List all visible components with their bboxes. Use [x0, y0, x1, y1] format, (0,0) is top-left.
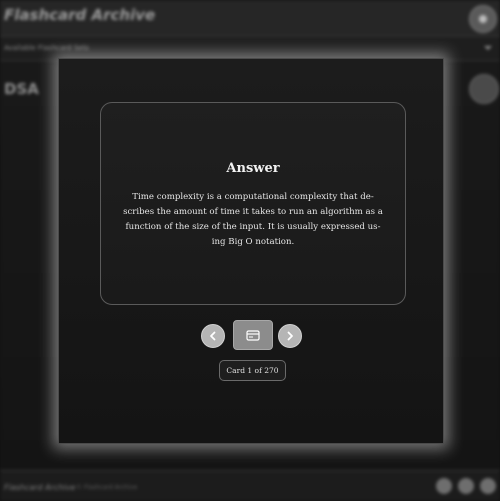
flashcard[interactable]: Answer Time complexity is a computationa… — [100, 102, 406, 305]
card-counter: Card 1 of 270 — [219, 360, 286, 381]
card-answer-text: Time complexity is a computational compl… — [123, 192, 383, 247]
chevron-right-icon — [287, 331, 293, 341]
theme-toggle-button[interactable] — [469, 5, 497, 33]
previous-card-button[interactable] — [201, 324, 225, 348]
twitter-icon[interactable] — [458, 478, 474, 494]
footer-credit: © Flashcard Archive — [76, 484, 138, 491]
deck-title: DSA — [4, 80, 39, 98]
next-card-button[interactable] — [278, 324, 302, 348]
deck-action-button[interactable] — [469, 74, 499, 104]
mail-icon[interactable] — [480, 478, 496, 494]
footer-brand: Flashcard Archive — [4, 483, 76, 492]
flip-card-button[interactable] — [233, 320, 273, 350]
app-title: Flashcard Archive — [4, 6, 156, 24]
deck-selector-label: Available Flashcard Sets — [4, 44, 89, 52]
github-icon[interactable] — [436, 478, 452, 494]
card-heading: Answer — [226, 161, 280, 176]
chevron-down-icon — [484, 46, 492, 50]
card-flip-icon — [246, 329, 260, 341]
flashcard-modal: Answer Time complexity is a computationa… — [58, 58, 444, 444]
chevron-left-icon — [210, 331, 216, 341]
